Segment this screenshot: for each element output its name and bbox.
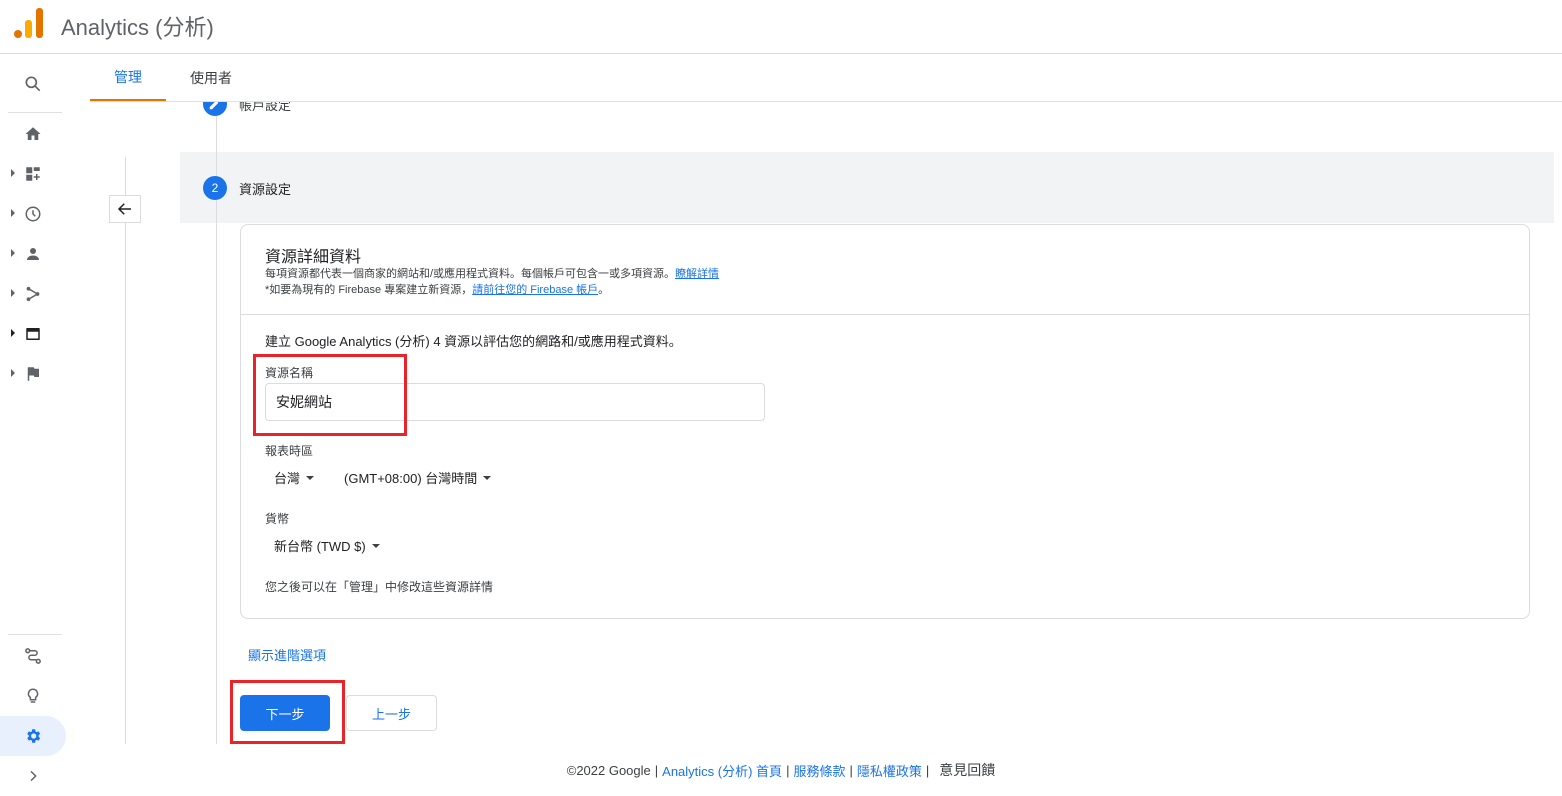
clock-icon <box>25 206 41 222</box>
left-nav-rail <box>0 54 70 796</box>
previous-button[interactable]: 上一步 <box>346 695 437 731</box>
admin-tabs: 管理 使用者 <box>90 54 1562 102</box>
dropdown-arrow-icon <box>371 543 380 548</box>
route-icon <box>25 648 41 664</box>
person-icon <box>27 248 39 260</box>
currency-label: 貨幣 <box>265 512 290 526</box>
next-button[interactable]: 下一步 <box>240 695 330 731</box>
intro-text: 建立 Google Analytics (分析) 4 資源以評估您的網路和/或應… <box>265 334 682 349</box>
terms-link[interactable]: 服務條款 <box>793 761 845 780</box>
flag-icon <box>27 367 39 381</box>
timezone-dropdown[interactable]: (GMT+08:00) 台灣時間 <box>344 468 492 487</box>
nav-realtime[interactable] <box>0 194 66 234</box>
nav-reports-snapshot[interactable] <box>0 154 66 194</box>
display-icon <box>26 328 40 340</box>
step-property-setup: 2 資源設定 <box>203 176 291 200</box>
property-setup-panel: 帳戶設定 2 資源設定 資源詳細資料 每項資源都代表一個商家的網站和/或應用程式… <box>90 102 1562 744</box>
privacy-link[interactable]: 隱私權政策 <box>857 761 922 780</box>
step-account-setup: 帳戶設定 <box>203 102 291 116</box>
tab-admin[interactable]: 管理 <box>90 54 166 101</box>
home-icon <box>25 127 41 140</box>
property-name-input[interactable]: 安妮網站 <box>265 383 765 421</box>
divider <box>125 157 126 744</box>
edit-later-note: 您之後可以在「管理」中修改這些資源詳情 <box>265 580 494 594</box>
nav-insights[interactable] <box>0 676 66 716</box>
gear-icon <box>27 729 41 743</box>
currency-dropdown[interactable]: 新台幣 (TWD $) <box>274 536 380 555</box>
step2-header-band <box>180 152 1554 223</box>
dashboard-icon <box>26 167 40 181</box>
timezone-label: 報表時區 <box>265 444 314 458</box>
dropdown-arrow-icon <box>306 475 315 480</box>
dropdown-arrow-icon <box>483 475 492 480</box>
property-name-label: 資源名稱 <box>265 366 314 380</box>
search-icon <box>25 76 41 92</box>
nav-explore[interactable] <box>0 274 66 314</box>
step2-label: 資源設定 <box>239 181 292 197</box>
lightbulb-icon <box>27 688 39 703</box>
nav-home[interactable] <box>0 114 66 154</box>
nav-user[interactable] <box>0 234 66 274</box>
step1-label: 帳戶設定 <box>239 102 292 113</box>
back-button[interactable] <box>109 195 141 223</box>
analytics-logo-icon[interactable] <box>14 6 44 38</box>
nav-configure[interactable] <box>0 354 66 394</box>
analytics-home-link[interactable]: Analytics (分析) 首頁 <box>662 761 782 780</box>
search-button[interactable] <box>0 64 66 104</box>
card-title: 資源詳細資料 <box>265 249 362 266</box>
property-details-card: 資源詳細資料 每項資源都代表一個商家的網站和/或應用程式資料。每個帳戶可包含一或… <box>240 224 1530 619</box>
nav-advertising[interactable] <box>0 636 66 676</box>
nav-library[interactable] <box>0 314 66 354</box>
card-header: 資源詳細資料 每項資源都代表一個商家的網站和/或應用程式資料。每個帳戶可包含一或… <box>241 225 1529 315</box>
arrow-left-icon <box>117 203 131 215</box>
app-title: Analytics (分析) <box>61 15 214 40</box>
step-done-icon <box>203 102 227 116</box>
top-bar: Analytics (分析) <box>0 0 1562 54</box>
feedback-button[interactable]: 意見回饋 <box>939 760 995 780</box>
show-advanced-options-link[interactable]: 顯示進階選項 <box>248 645 326 664</box>
copyright: ©2022 Google <box>566 762 651 778</box>
learn-more-link[interactable]: 瞭解詳情 <box>675 268 719 280</box>
step2-number: 2 <box>203 176 227 200</box>
firebase-account-link[interactable]: 請前往您的 Firebase 帳戶 <box>472 284 598 296</box>
timezone-country-dropdown[interactable]: 台灣 <box>274 468 315 487</box>
tab-user[interactable]: 使用者 <box>174 54 248 101</box>
card-description: 每項資源都代表一個商家的網站和/或應用程式資料。每個帳戶可包含一或多項資源。瞭解… <box>265 268 720 296</box>
footer: ©2022 Google | Analytics (分析) 首頁 | 服務條款 … <box>566 760 996 780</box>
share-icon <box>26 286 40 302</box>
